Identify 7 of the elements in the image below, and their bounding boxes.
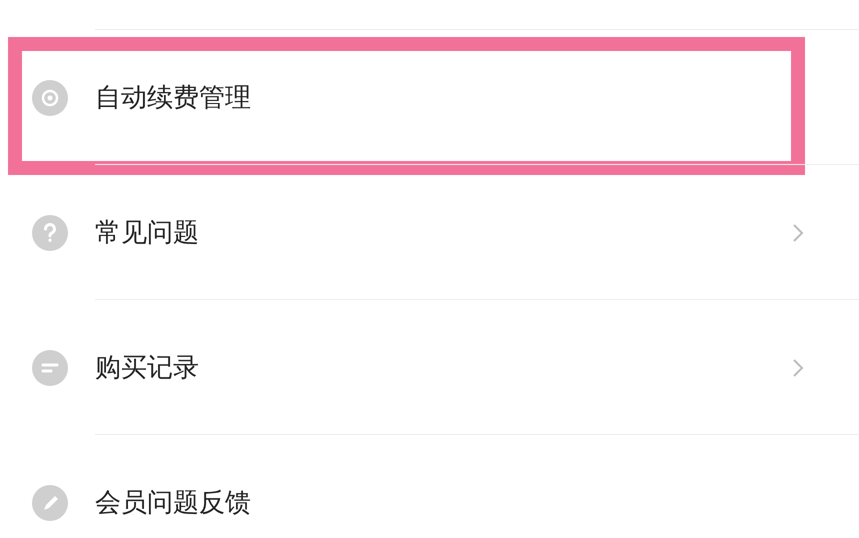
lines-icon: [32, 350, 68, 386]
pencil-icon: [32, 484, 68, 520]
menu-item-label[interactable]: 常见问题: [95, 215, 791, 250]
menu-item-label[interactable]: 自动续费管理: [95, 80, 859, 115]
menu-item-label[interactable]: 购买记录: [95, 350, 791, 385]
menu-item-label[interactable]: 会员问题反馈: [95, 485, 859, 520]
question-icon: [32, 214, 68, 250]
